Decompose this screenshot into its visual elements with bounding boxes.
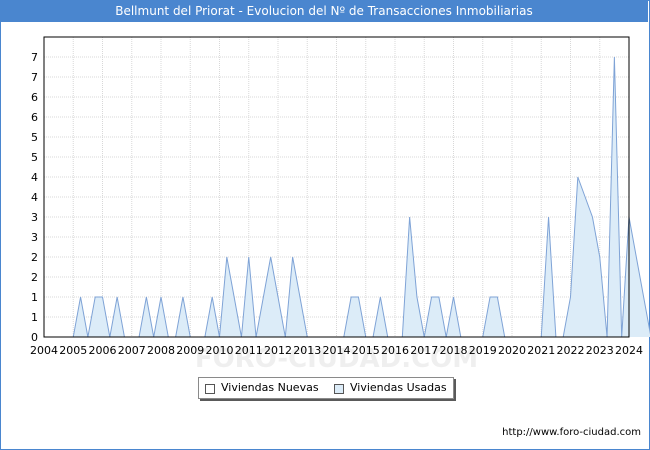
y-tick-label: 2 bbox=[31, 271, 38, 284]
x-tick-label: 2011 bbox=[235, 344, 263, 357]
x-tick-label: 2004 bbox=[30, 344, 58, 357]
x-tick-label: 2022 bbox=[557, 344, 585, 357]
x-tick-label: 2006 bbox=[89, 344, 117, 357]
y-tick-label: 7 bbox=[31, 51, 38, 64]
legend-swatch-usadas bbox=[334, 384, 344, 394]
x-tick-label: 2021 bbox=[527, 344, 555, 357]
y-tick-label: 3 bbox=[31, 231, 38, 244]
x-tick-label: 2024 bbox=[615, 344, 643, 357]
y-tick-label: 7 bbox=[31, 71, 38, 84]
legend: Viviendas Nuevas Viviendas Usadas bbox=[198, 377, 454, 399]
y-tick-label: 3 bbox=[31, 211, 38, 224]
grid bbox=[44, 37, 629, 337]
x-tick-label: 2014 bbox=[323, 344, 351, 357]
y-tick-label: 1 bbox=[31, 291, 38, 304]
y-tick-label: 6 bbox=[31, 111, 38, 124]
x-tick-label: 2019 bbox=[469, 344, 497, 357]
y-tick-label: 6 bbox=[31, 91, 38, 104]
x-tick-label: 2008 bbox=[147, 344, 175, 357]
x-axis: 2004 2005 2006 2007 2008 2009 2010 2011 2012 2013… bbox=[30, 344, 643, 357]
x-tick-label: 2005 bbox=[59, 344, 87, 357]
x-tick-label: 2013 bbox=[293, 344, 321, 357]
y-tick-label: 5 bbox=[31, 131, 38, 144]
x-tick-label: 2012 bbox=[264, 344, 292, 357]
x-tick-label: 2009 bbox=[176, 344, 204, 357]
y-tick-label: 1 bbox=[31, 311, 38, 324]
x-tick-label: 2017 bbox=[410, 344, 438, 357]
source-credit: http://www.foro-ciudad.com bbox=[502, 427, 641, 438]
y-tick-label: 2 bbox=[31, 251, 38, 264]
y-tick-label: 4 bbox=[31, 191, 38, 204]
y-tick-label: 4 bbox=[31, 171, 38, 184]
x-tick-label: 2010 bbox=[206, 344, 234, 357]
x-tick-label: 2020 bbox=[498, 344, 526, 357]
y-tick-label: 0 bbox=[31, 331, 38, 344]
x-tick-label: 2016 bbox=[381, 344, 409, 357]
legend-label-nuevas: Viviendas Nuevas bbox=[221, 381, 319, 394]
legend-label-usadas: Viviendas Usadas bbox=[350, 381, 447, 394]
y-axis: 0 1 1 2 2 3 3 4 4 5 5 6 6 7 7 bbox=[31, 51, 38, 344]
y-tick-label: 5 bbox=[31, 151, 38, 164]
x-tick-label: 2007 bbox=[118, 344, 146, 357]
legend-swatch-nuevas bbox=[205, 384, 215, 394]
x-tick-label: 2018 bbox=[440, 344, 468, 357]
x-tick-label: 2023 bbox=[586, 344, 614, 357]
x-tick-label: 2015 bbox=[352, 344, 380, 357]
